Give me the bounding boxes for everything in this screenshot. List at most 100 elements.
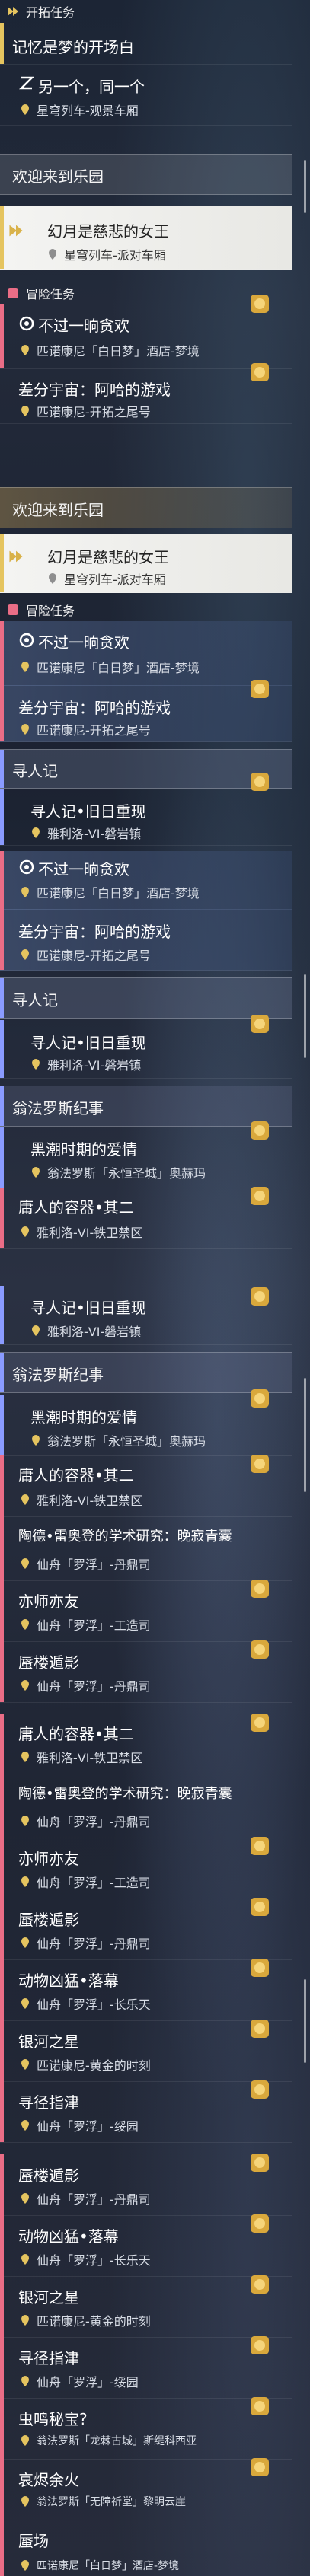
- quest-location: 匹诺康尼「白日梦」酒店-梦境: [20, 883, 200, 901]
- quest-location: 仙舟「罗浮」-丹鼎司: [20, 1554, 151, 1573]
- location-pin-icon: [21, 2120, 29, 2131]
- quest-title: 庸人的容器•其二: [18, 1198, 134, 1216]
- quest-reward-badge-icon: [248, 1711, 271, 1734]
- quest-card-dream[interactable]: 蜃场 匹诺康尼「白日梦」酒店-梦境: [0, 2520, 292, 2576]
- scrollbar[interactable]: [304, 160, 306, 213]
- quest-card-memory[interactable]: 记忆是梦的开场白: [0, 23, 292, 65]
- quest-card-teacher-2[interactable]: 亦师亦友 仙舟「罗浮」-工造司: [0, 1837, 292, 1899]
- quest-card-guide[interactable]: 寻径指津 仙舟「罗浮」-绥园: [0, 2080, 292, 2143]
- location-pin-icon: [32, 827, 40, 838]
- quest-card-no-rest-3[interactable]: 不过一晌贪欢 匹诺康尼「白日梦」酒店-梦境: [0, 851, 292, 910]
- quest-reward-badge-icon: [248, 2395, 271, 2418]
- trailblaze-icon: [8, 548, 24, 565]
- quest-reward-badge-icon: [248, 1119, 271, 1142]
- quest-location: 星穹列车-派对车厢: [47, 569, 166, 588]
- quest-reward-badge-icon: [248, 1638, 271, 1661]
- quest-card-seeker-sub-2[interactable]: 寻人记•旧日重现 雅利洛-VI-磐岩镇: [0, 1015, 292, 1079]
- quest-card-remnant[interactable]: 哀烬余火 翁法罗斯「无障祈堂」黎明云崖: [0, 2458, 292, 2520]
- location-pin-icon: [21, 1876, 29, 1887]
- quest-title: 欢迎来到乐园: [12, 167, 104, 186]
- quest-card-taohuan[interactable]: 陶德•雷奥登的学术研究：晚寂青囊 仙舟「罗浮」-丹鼎司: [0, 1516, 292, 1581]
- quest-card-phantasmal-2[interactable]: 幻月是慈悲的女王 星穹列车-派对车厢: [0, 534, 292, 593]
- quest-title: 差分宇宙：阿哈的游戏: [18, 381, 171, 399]
- location-pin-icon: [21, 1937, 29, 1948]
- quest-reward-badge-icon: [248, 1577, 271, 1600]
- quest-location: 翁法罗斯「无障祈堂」黎明云崖: [20, 2494, 186, 2509]
- quest-card-beast-2[interactable]: 动物凶猛•落幕 仙舟「罗浮」-长乐天: [0, 2214, 292, 2277]
- quest-title: 寻径指津: [18, 2093, 79, 2112]
- location-pin-icon: [21, 2254, 29, 2265]
- quest-card-phantasmal[interactable]: 幻月是慈悲的女王 星穹列车-派对车厢: [0, 206, 292, 270]
- section-header-trailblaze: 开拓任务: [0, 0, 310, 23]
- quest-title: 蜃场: [18, 2532, 49, 2550]
- quest-card-welcome-2[interactable]: 欢迎来到乐园: [0, 487, 292, 528]
- section-label: 冒险任务: [26, 604, 75, 618]
- quest-location: 仙舟「罗浮」-丹鼎司: [20, 1934, 151, 1952]
- quest-title: 另一个，同一个: [38, 78, 145, 96]
- quest-title: 动物凶猛•落幕: [18, 1972, 119, 1990]
- quest-location: 星穹列车-派对车厢: [47, 245, 166, 263]
- quest-reward-badge-icon: [248, 1184, 271, 1207]
- section-label: 开拓任务: [26, 5, 75, 20]
- location-pin-icon: [21, 1494, 29, 1505]
- quest-card-no-rest-2[interactable]: 不过一晌贪欢 匹诺康尼「白日梦」酒店-梦境: [0, 621, 292, 686]
- quest-location: 雅利洛-VI-磐岩镇: [30, 1321, 141, 1340]
- quest-card-tower-3[interactable]: 蜃楼遁影 仙舟「罗浮」-丹鼎司: [0, 2154, 292, 2216]
- quest-card-seeker-sub-3[interactable]: 寻人记•旧日重现 雅利洛-VI-磐岩镇: [0, 1286, 292, 1345]
- scrollbar[interactable]: [304, 1979, 306, 2063]
- quest-title: 陶德•雷奥登的学术研究：晚寂青囊: [18, 1529, 232, 1545]
- trailblaze-icon: [8, 222, 24, 239]
- quest-card-diff[interactable]: 差分宇宙：阿哈的游戏 匹诺康尼-开拓之尾号: [0, 363, 292, 424]
- quest-card-bug[interactable]: 虫鸣秘宝? 翁法罗斯「龙棘古城」斯缇科西亚: [0, 2395, 292, 2460]
- quest-location: 仙舟「罗浮」-绥园: [20, 2372, 139, 2390]
- quest-location: 仙舟「罗浮」-绥园: [20, 2116, 139, 2134]
- quest-title: 寻人记: [12, 991, 58, 1009]
- quest-card-welcome[interactable]: 欢迎来到乐园: [0, 154, 292, 195]
- quest-card-tang-3[interactable]: 庸人的容器•其二 雅利洛-VI-铁卫禁区: [0, 1714, 292, 1774]
- quest-title: 差分宇宙：阿哈的游戏: [18, 923, 171, 941]
- quest-location: 翁法罗斯「龙棘古城」斯缇科西亚: [20, 2433, 197, 2448]
- quest-card-galaxy[interactable]: 银河之星 匹诺康尼-黄金的时刻: [0, 2020, 292, 2082]
- quest-card-another[interactable]: 另一个，同一个 星穹列车-观景车厢: [0, 64, 292, 126]
- quest-card-dark-tide[interactable]: 黑潮时期的爱情 翁法罗斯「永恒圣城」奥赫玛: [0, 1121, 292, 1188]
- quest-location: 仙舟「罗浮」-长乐天: [20, 1994, 151, 2013]
- quest-card-dark-tide-2[interactable]: 黑潮时期的爱情 翁法罗斯「永恒圣城」奥赫玛: [0, 1389, 292, 1456]
- section-header-adventure-2: 冒险任务: [0, 598, 310, 621]
- quest-card-teacher[interactable]: 亦师亦友 仙舟「罗浮」-工造司: [0, 1580, 292, 1642]
- quest-card-tower[interactable]: 蜃楼遁影 仙舟「罗浮」-丹鼎司: [0, 1638, 292, 1703]
- quest-title: 差分宇宙：阿哈的游戏: [18, 699, 171, 717]
- quest-location: 匹诺康尼-开拓之尾号: [20, 945, 151, 964]
- swirl-icon: [18, 315, 35, 332]
- quest-location: 雅利洛-VI-磐岩镇: [30, 824, 141, 842]
- quest-card-no-rest[interactable]: 不过一晌贪欢 匹诺康尼「白日梦」酒店-梦境: [0, 295, 292, 369]
- location-pin-icon: [21, 345, 29, 355]
- quest-card-diff-2[interactable]: 差分宇宙：阿哈的游戏 匹诺康尼-开拓之尾号: [0, 680, 292, 742]
- section-label: 冒险任务: [26, 287, 75, 301]
- quest-title: 蜃楼遁影: [18, 2166, 79, 2185]
- quest-title: 庸人的容器•其二: [18, 1725, 134, 1743]
- quest-card-guide-2[interactable]: 寻径指津 仙舟「罗浮」-绥园: [0, 2336, 292, 2399]
- location-pin-icon: [32, 1325, 40, 1336]
- quest-location: 匹诺康尼「白日梦」酒店-梦境: [20, 658, 200, 676]
- quest-reward-badge-icon: [248, 292, 271, 315]
- quest-card-galaxy-2[interactable]: 银河之星 匹诺康尼-黄金的时刻: [0, 2275, 292, 2338]
- quest-title: 寻人记•旧日重现: [30, 1299, 146, 1317]
- quest-card-taohuan-2[interactable]: 陶德•雷奥登的学术研究：晚寂青囊 仙舟「罗浮」-丹鼎司: [0, 1774, 292, 1838]
- quest-reward-badge-icon: [248, 2151, 271, 2174]
- location-pin-icon: [21, 1558, 29, 1569]
- quest-card-tower-2[interactable]: 蜃楼遁影 仙舟「罗浮」-丹鼎司: [0, 1898, 292, 1960]
- scrollbar[interactable]: [304, 974, 306, 1058]
- location-pin-icon: [21, 1816, 29, 1826]
- quest-card-seeker-sub[interactable]: 寻人记•旧日重现 雅利洛-VI-磐岩镇: [0, 773, 292, 846]
- quest-card-tang-2[interactable]: 庸人的容器•其二 雅利洛-VI-铁卫禁区: [0, 1455, 292, 1517]
- quest-location: 仙舟「罗浮」-丹鼎司: [20, 1676, 151, 1694]
- quest-reward-badge-icon: [248, 1895, 271, 1918]
- quest-reward-badge-icon: [248, 1956, 271, 1979]
- quest-card-tang[interactable]: 庸人的容器•其二 雅利洛-VI-铁卫禁区: [0, 1187, 292, 1249]
- quest-location: 匹诺康尼-黄金的时刻: [20, 2311, 151, 2329]
- quest-card-diff-3[interactable]: 差分宇宙：阿哈的游戏 匹诺康尼-开拓之尾号: [0, 909, 292, 971]
- quest-card-beast[interactable]: 动物凶猛•落幕 仙舟「罗浮」-长乐天: [0, 1959, 292, 2021]
- quest-title: 幻月是慈悲的女王: [47, 548, 169, 566]
- scrollbar[interactable]: [304, 1378, 306, 1492]
- location-pin-icon: [21, 2315, 29, 2326]
